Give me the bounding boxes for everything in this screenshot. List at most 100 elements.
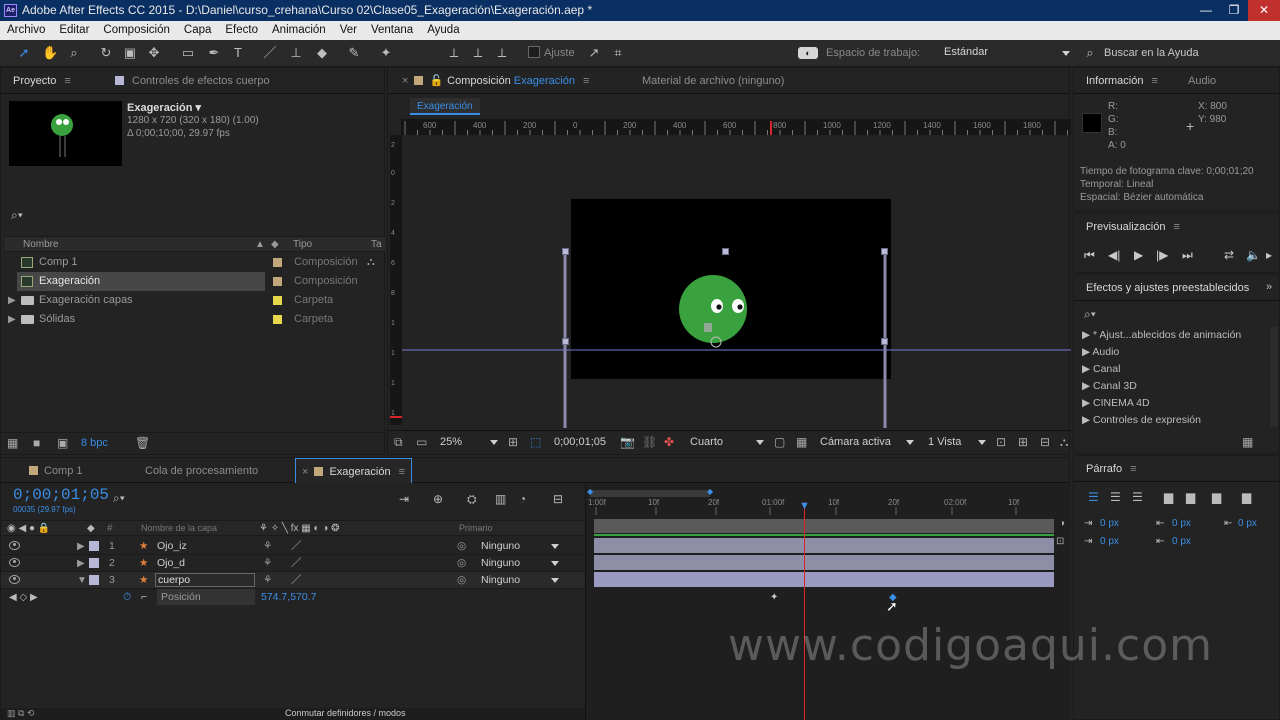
visibility-eye-icon[interactable] [9,575,20,584]
preview-monitor-icon[interactable]: ▭ [416,431,427,453]
new-folder-icon[interactable]: ■ [33,436,40,450]
camera-select[interactable]: Cámara activa [820,431,891,453]
visibility-eye-icon[interactable] [9,541,20,550]
transform-handle[interactable] [722,248,729,255]
justify-center-icon[interactable]: ▆ [1186,490,1195,504]
first-line-value[interactable]: 0 px [1100,536,1119,547]
keyframe-icon[interactable]: ✦ [770,592,778,603]
timeline-graph[interactable]: ◆ ◆ 1:00f 10f 20f 01:00f 10f 20f 02:00f 10f ✦ ◆… [585,484,1071,720]
trash-icon[interactable]: 🗑 [135,436,150,450]
rectangle-tool-icon[interactable]: ▭ [180,45,196,61]
effect-category[interactable]: ▶ * Ajust...ablecidos de animación [1082,329,1241,341]
comp-name[interactable]: Exageración ▾ [127,101,201,114]
collapse-arrow-icon[interactable]: ▼ [77,572,87,589]
label-color-swatch[interactable] [273,258,282,267]
menu-ayuda[interactable]: Ayuda [420,21,466,40]
justify-left-icon[interactable]: ▆ [1164,490,1173,504]
tab-comp-1[interactable]: Comp 1 [23,458,89,484]
col-layer-name[interactable]: Nombre de la capa [141,523,217,533]
justify-all-icon[interactable]: ▆ [1242,490,1251,504]
brush-tool-icon[interactable]: ／ [262,45,278,61]
layer-name[interactable]: cuerpo [155,573,255,587]
comp-mini-flowchart-icon[interactable]: ⇥ [399,492,409,506]
expand-arrow-icon[interactable]: ▶ [77,538,85,555]
align-right-icon[interactable]: ☰ [1132,490,1143,504]
motion-blur-icon[interactable]: ◔ [519,492,526,506]
rotation-tool-icon[interactable]: ↻ [98,45,114,61]
layer-name[interactable]: Ojo_iz [157,538,187,555]
menu-editar[interactable]: Editar [52,21,96,40]
effect-category[interactable]: ▶ Canal 3D [1082,380,1137,392]
visibility-eye-icon[interactable] [9,558,20,567]
bit-depth-button[interactable]: 8 bpc [81,437,108,449]
quality-switch-icon[interactable]: ／ [291,555,302,572]
pickwhip-icon[interactable]: ◎ [457,555,466,572]
resolution-dropdown-icon[interactable] [756,440,764,445]
footer-icons[interactable]: ▥ ⧉ ⟲ [7,708,34,719]
effect-category[interactable]: ▶ CINEMA 4D [1082,397,1150,409]
camera-tool-icon[interactable]: ▣ [122,45,138,61]
camera-dropdown-icon[interactable] [906,440,914,445]
snapshot-icon[interactable]: 📷 [620,431,635,453]
comp-breadcrumb[interactable]: Exageración [410,98,480,115]
indent-right-value[interactable]: 0 px [1238,518,1257,529]
property-row[interactable]: ◀ ◇ ▶ ⏱ ⌐ Posición 574.7,570.7 [1,589,585,606]
region-of-interest-icon[interactable]: ▢ [774,431,785,453]
timeline-search-icon[interactable]: ⌕▾ [113,491,125,506]
transform-handle[interactable] [562,338,569,345]
play-icon[interactable]: ▶ [1134,248,1143,262]
project-item[interactable]: ▶ Exageración capas Carpeta [1,291,384,310]
previous-frame-icon[interactable]: ◀| [1108,248,1120,262]
playhead-handle[interactable]: ▼ [799,500,810,512]
views-dropdown-icon[interactable] [978,440,986,445]
parent-select[interactable]: Ninguno [481,572,520,589]
shy-switch-icon[interactable]: ⚘ [263,538,272,555]
toggle-switches-modes[interactable]: Conmutar definidores / modos [285,708,406,718]
tab-parrafo[interactable]: Párrafo ≡ [1080,456,1143,482]
zoom-tool-icon[interactable]: ⌕ [66,45,82,61]
workspace-toggle-icon[interactable]: ◐ [798,47,818,59]
close-tab-icon[interactable]: × [402,75,408,87]
quality-switch-icon[interactable]: ／ [291,572,302,589]
snap-checkbox[interactable] [528,46,540,58]
col-tipo[interactable]: Tipo [293,239,312,250]
panel-menu-icon[interactable]: ≡ [64,68,70,94]
justify-right-icon[interactable]: ▆ [1212,490,1221,504]
pickwhip-icon[interactable]: ◎ [457,572,466,589]
menu-composicion[interactable]: Composición [96,21,176,40]
layer-row-selected[interactable]: ▼ 3 ★ cuerpo ⚘ ／ ◎ Ninguno [1,572,585,589]
parent-select[interactable]: Ninguno [481,538,520,555]
tab-controles-efectos[interactable]: Controles de efectos cuerpo [109,68,276,94]
graph-editor-icon[interactable]: ⊟ [553,492,563,506]
more-tabs-icon[interactable]: » [1266,281,1272,293]
puppet-pin-tool-icon[interactable]: ✦ [378,45,394,61]
tab-informacion[interactable]: Información ≡ [1080,68,1164,94]
current-time-display[interactable]: 0;00;01;05 [554,431,606,453]
project-search-icon[interactable]: ⌕▾ [11,208,23,223]
menu-ver[interactable]: Ver [333,21,364,40]
keyframe-navigator-icon[interactable]: ◀ ◇ ▶ [9,589,38,606]
tab-cola-procesamiento[interactable]: Cola de procesamiento [139,458,264,484]
col-tamano[interactable]: Ta [371,239,382,250]
first-frame-icon[interactable]: ⏮ [1084,248,1095,263]
project-item-selected[interactable]: Exageración Composición [1,272,384,291]
resolution-select[interactable]: Cuarto [690,431,723,453]
draft-3d-icon[interactable]: ⊕ [433,492,443,506]
panel-menu-icon[interactable]: ≡ [1173,214,1179,240]
tab-proyecto[interactable]: Proyecto ≡ [7,68,77,94]
roto-brush-tool-icon[interactable]: ✎ [346,45,362,61]
interpret-footage-icon[interactable]: ▦ [7,436,18,450]
snap-feather-icon[interactable]: ↗ [586,45,602,61]
tab-audio[interactable]: Audio [1182,68,1222,94]
expand-arrow-icon[interactable]: ▶ [8,310,16,329]
axis-view-icon[interactable]: ⟂ [494,45,510,61]
timeline-icon[interactable]: ⊟ [1040,431,1050,453]
workspace-select[interactable]: Estándar [940,43,1072,62]
stopwatch-icon[interactable]: ⏱ [123,589,131,606]
graph-icon[interactable]: ⌐ [141,589,147,606]
views-select[interactable]: 1 Vista [928,431,961,453]
tab-efectos[interactable]: Efectos y ajustes preestablecidos [1080,275,1260,301]
help-search-input[interactable]: Buscar en la Ayuda [1104,47,1199,59]
zoom-select[interactable]: 25% [440,431,462,453]
menu-capa[interactable]: Capa [177,21,219,40]
